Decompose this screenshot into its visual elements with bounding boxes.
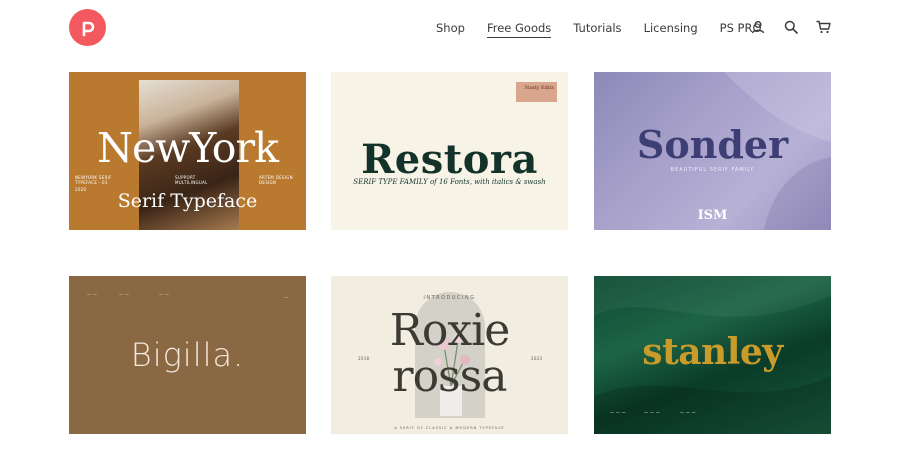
nav-free-goods[interactable]: Free Goods [486, 21, 552, 38]
product-card-newyork[interactable]: NewYork NEWYORK SERIF TYPEFACE - 01 2020… [69, 72, 306, 230]
user-icon[interactable] [751, 19, 767, 35]
search-icon[interactable] [784, 19, 800, 35]
card-footer: A SERIF OF CLASSIC & MODERN TYPEFACE [394, 426, 505, 430]
product-card-roxie-rossa[interactable]: INTRODUCING Roxie rossa 2018 2023 A SERI… [331, 276, 568, 434]
main-nav: Shop Free Goods Tutorials Licensing PS P… [436, 19, 762, 38]
nav-licensing[interactable]: Licensing [644, 21, 698, 35]
card-title: Sonder [636, 122, 789, 167]
pixelsurplus-logo-icon [82, 21, 94, 36]
card-badge: Nasty Edits [516, 82, 557, 102]
card-title: NewYork [97, 124, 279, 172]
card-title: Bigilla. [130, 336, 245, 374]
card-note: NEWYORK SERIF TYPEFACE - 01 [75, 175, 112, 185]
card-intro: INTRODUCING [423, 295, 476, 301]
card-note: ARTEM DESIGN DESIGN [259, 175, 293, 185]
product-card-restora[interactable]: Nasty Edits Restora SERIF TYPE FAMILY of… [331, 72, 568, 230]
card-note: — — — [680, 410, 697, 415]
card-note: — — — [644, 410, 661, 415]
card-note: — — — [610, 410, 627, 415]
card-title: Restora [361, 136, 538, 183]
card-title-line1: Roxie [389, 305, 511, 356]
card-note: SUPPORT MULTILINGUAL [175, 175, 208, 185]
card-note: — [284, 295, 289, 300]
cart-icon[interactable] [816, 19, 832, 35]
product-card-sonder[interactable]: Sonder BEAUTIFUL SERIF FAMILY ISM [594, 72, 831, 230]
nav-tutorials[interactable]: Tutorials [573, 21, 621, 35]
card-year-left: 2018 [358, 356, 370, 361]
card-monogram: ISM [697, 208, 728, 223]
product-card-bigilla[interactable]: — — — — — — — Bigilla. [69, 276, 306, 434]
card-note: — — [87, 292, 98, 297]
card-note: — — [119, 292, 130, 297]
card-subtitle: Serif Typeface [117, 190, 258, 212]
card-title: stanley [642, 331, 783, 373]
card-subtitle: SERIF TYPE FAMILY of 16 Fonts, with ital… [353, 178, 546, 186]
product-card-stanley[interactable]: stanley — — — — — — — — — [594, 276, 831, 434]
card-year-right: 2023 [531, 356, 543, 361]
card-note: — — [159, 292, 170, 297]
brand-logo[interactable] [69, 9, 106, 46]
card-subtitle: BEAUTIFUL SERIF FAMILY [670, 167, 755, 173]
nav-shop[interactable]: Shop [436, 21, 465, 35]
